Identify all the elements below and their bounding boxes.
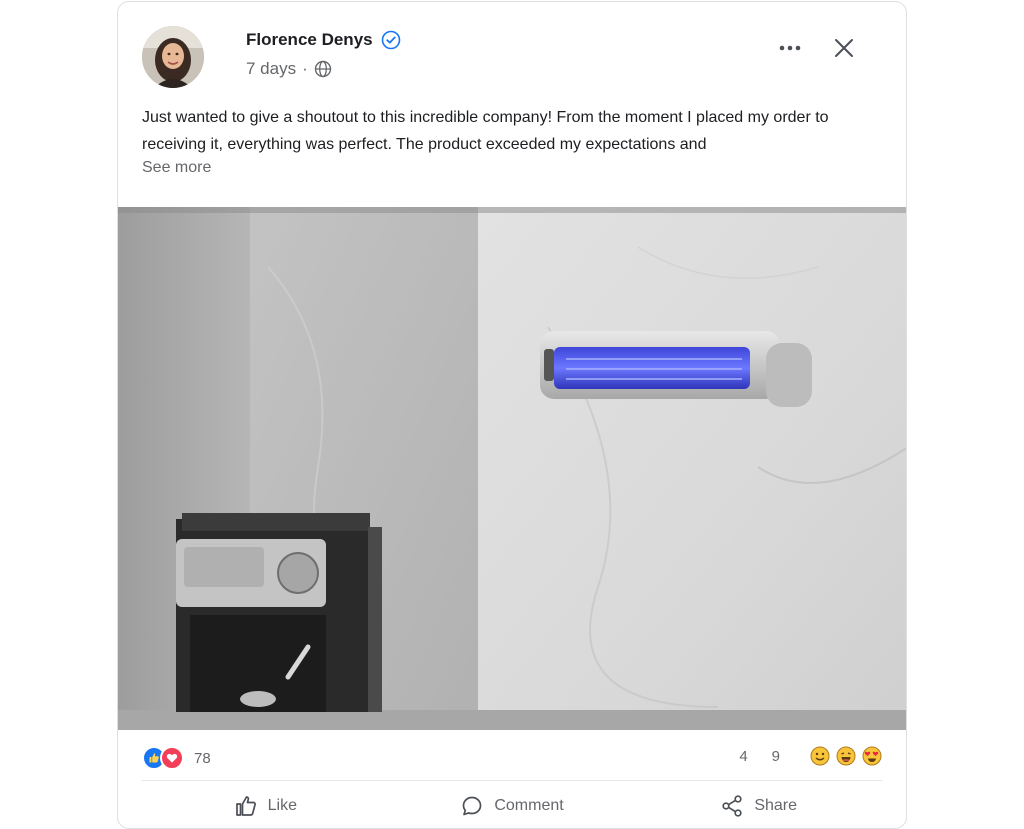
post-actions: Like Comment Share: [142, 788, 882, 824]
thumbs-up-icon: [235, 796, 256, 816]
heater-illustration: [540, 331, 812, 407]
verified-badge-icon: [381, 30, 401, 50]
avatar-image: [142, 26, 204, 88]
post-meta: 7 days ·: [246, 59, 332, 79]
espresso-machine-illustration: [176, 513, 382, 712]
engagement-counts: 4 9: [739, 746, 882, 766]
more-options-button[interactable]: [776, 34, 804, 62]
actions-divider: [142, 780, 882, 781]
author-row: Florence Denys: [246, 30, 401, 50]
comment-count[interactable]: 4: [739, 748, 747, 765]
like-label: Like: [267, 797, 298, 814]
smile-emoji-icon: [810, 746, 830, 766]
post-photo: [118, 207, 906, 730]
share-label: Share: [754, 797, 798, 814]
laugh-emoji-icon: [836, 746, 856, 766]
post-timestamp[interactable]: 7 days: [246, 59, 296, 79]
comment-button[interactable]: Comment: [389, 788, 636, 824]
post-card: Florence Denys 7 days · Just wanted to g…: [117, 1, 907, 829]
more-dots-icon: [779, 45, 801, 51]
share-button[interactable]: Share: [635, 788, 882, 824]
post-text: Just wanted to give a shoutout to this i…: [142, 109, 829, 153]
share-icon: [722, 795, 742, 817]
love-reaction-icon: [160, 746, 184, 770]
avatar[interactable]: [142, 26, 204, 88]
reaction-count: 78: [194, 749, 211, 767]
post-stats: 78 4 9: [142, 746, 882, 770]
see-more-link[interactable]: See more: [142, 159, 211, 177]
globe-icon: [314, 60, 332, 78]
meta-separator: ·: [302, 59, 308, 78]
comment-label: Comment: [494, 797, 564, 814]
comment-bubble-icon: [462, 796, 482, 816]
heart-eyes-emoji-icon: [862, 746, 882, 766]
author-name[interactable]: Florence Denys: [246, 30, 373, 50]
post-header: Florence Denys 7 days ·: [142, 26, 882, 90]
post-image[interactable]: [118, 207, 906, 730]
share-count[interactable]: 9: [772, 748, 780, 765]
close-button[interactable]: [830, 34, 858, 62]
reactions-summary[interactable]: 78: [142, 746, 211, 770]
like-button[interactable]: Like: [142, 788, 389, 824]
close-icon: [835, 39, 853, 57]
